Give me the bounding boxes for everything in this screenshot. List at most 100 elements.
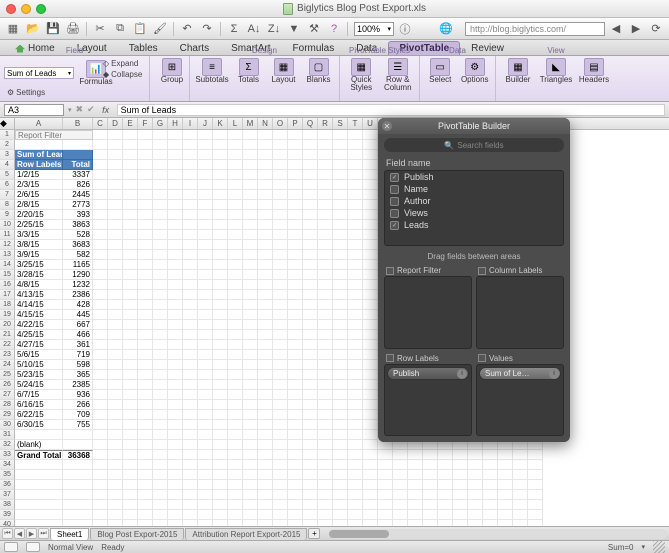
cell[interactable]: [348, 190, 363, 200]
cell[interactable]: [138, 510, 153, 520]
cell[interactable]: [183, 350, 198, 360]
cell[interactable]: [138, 280, 153, 290]
cell[interactable]: [483, 500, 498, 510]
cell[interactable]: [213, 430, 228, 440]
cell[interactable]: [108, 300, 123, 310]
col-header[interactable]: T: [348, 118, 363, 129]
totals-button[interactable]: ΣTotals: [232, 57, 265, 85]
cell[interactable]: [303, 130, 318, 140]
cell[interactable]: [198, 420, 213, 430]
cell[interactable]: [348, 500, 363, 510]
cell[interactable]: [258, 270, 273, 280]
cell[interactable]: [258, 310, 273, 320]
cell[interactable]: [273, 510, 288, 520]
cell[interactable]: [138, 400, 153, 410]
cell[interactable]: [198, 320, 213, 330]
cell[interactable]: [318, 330, 333, 340]
row-header[interactable]: 23: [0, 350, 15, 360]
builder-search[interactable]: 🔍 Search fields: [384, 138, 564, 152]
cell[interactable]: [183, 190, 198, 200]
cell[interactable]: [213, 500, 228, 510]
cell[interactable]: [228, 390, 243, 400]
cell[interactable]: [528, 510, 543, 520]
cell[interactable]: [408, 450, 423, 460]
cell[interactable]: [333, 170, 348, 180]
cell[interactable]: [438, 500, 453, 510]
cell[interactable]: [318, 230, 333, 240]
cell[interactable]: [123, 290, 138, 300]
cell[interactable]: [63, 490, 93, 500]
cell[interactable]: [168, 210, 183, 220]
cell[interactable]: [333, 200, 348, 210]
cell[interactable]: [243, 160, 258, 170]
cell[interactable]: [228, 250, 243, 260]
cell[interactable]: [108, 420, 123, 430]
date-cell[interactable]: 2/25/15: [15, 220, 63, 230]
builder-field[interactable]: Leads: [385, 219, 563, 231]
cell[interactable]: [138, 230, 153, 240]
cell[interactable]: [348, 370, 363, 380]
cell[interactable]: [228, 280, 243, 290]
cell[interactable]: [348, 470, 363, 480]
cell[interactable]: [198, 510, 213, 520]
cell[interactable]: [63, 520, 93, 526]
cell[interactable]: [228, 400, 243, 410]
cell[interactable]: [513, 500, 528, 510]
date-cell[interactable]: 5/23/15: [15, 370, 63, 380]
cell[interactable]: [273, 430, 288, 440]
row-header[interactable]: 33: [0, 450, 15, 460]
cell[interactable]: [93, 230, 108, 240]
value-cell[interactable]: 936: [63, 390, 93, 400]
cell[interactable]: [93, 490, 108, 500]
row-header[interactable]: 31: [0, 430, 15, 440]
date-cell[interactable]: 2/8/15: [15, 200, 63, 210]
cell[interactable]: [288, 410, 303, 420]
cell[interactable]: [258, 380, 273, 390]
cell[interactable]: [423, 500, 438, 510]
cell[interactable]: [198, 450, 213, 460]
cell[interactable]: [393, 450, 408, 460]
cell[interactable]: [468, 490, 483, 500]
cell[interactable]: [138, 370, 153, 380]
select-button[interactable]: ▭Select: [424, 57, 457, 85]
cell[interactable]: [498, 450, 513, 460]
cell[interactable]: [258, 340, 273, 350]
cell[interactable]: [108, 140, 123, 150]
cell[interactable]: [198, 490, 213, 500]
cell[interactable]: [378, 480, 393, 490]
cell[interactable]: [138, 250, 153, 260]
cell[interactable]: [153, 180, 168, 190]
row-header[interactable]: 22: [0, 340, 15, 350]
cell[interactable]: [468, 460, 483, 470]
value-cell[interactable]: 826: [63, 180, 93, 190]
cell[interactable]: [228, 200, 243, 210]
cell[interactable]: [303, 490, 318, 500]
cell[interactable]: [168, 250, 183, 260]
cell[interactable]: [168, 440, 183, 450]
cell[interactable]: [168, 290, 183, 300]
cell[interactable]: [153, 390, 168, 400]
area-values[interactable]: Values Sum of Le…i: [476, 353, 564, 437]
cell[interactable]: [228, 370, 243, 380]
cell[interactable]: [138, 360, 153, 370]
cell[interactable]: [333, 240, 348, 250]
cell[interactable]: [273, 400, 288, 410]
cell[interactable]: [363, 500, 378, 510]
cell[interactable]: [318, 410, 333, 420]
formula-input[interactable]: Sum of Leads: [117, 104, 665, 116]
cell[interactable]: [333, 130, 348, 140]
col-header[interactable]: N: [258, 118, 273, 129]
options-button[interactable]: ⚙Options: [459, 57, 492, 85]
cell[interactable]: [93, 370, 108, 380]
cell[interactable]: [333, 230, 348, 240]
cell[interactable]: [228, 500, 243, 510]
cell[interactable]: [243, 180, 258, 190]
row-header[interactable]: 35: [0, 470, 15, 480]
cell[interactable]: [408, 470, 423, 480]
cell[interactable]: [93, 500, 108, 510]
ribbon-tab-formulas[interactable]: Formulas: [282, 41, 346, 55]
cell[interactable]: [318, 200, 333, 210]
cell[interactable]: [363, 130, 378, 140]
layout-button[interactable]: ▦Layout: [267, 57, 300, 85]
value-cell[interactable]: 3863: [63, 220, 93, 230]
